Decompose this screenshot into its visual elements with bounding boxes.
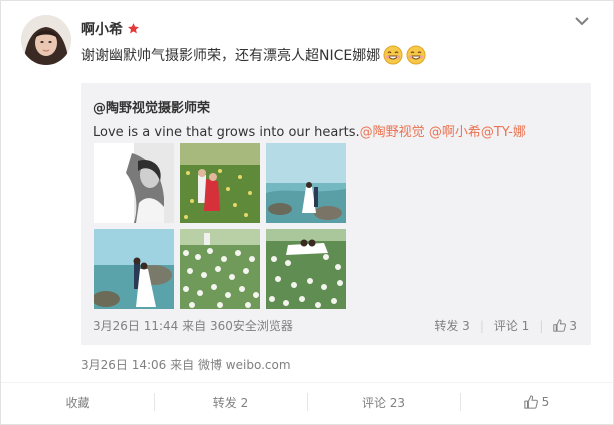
mention-link[interactable]: @TY-娜: [481, 125, 526, 140]
collect-label: 收藏: [65, 395, 90, 410]
photo-thumbnail[interactable]: [94, 229, 174, 309]
action-bar: 收藏 转发 2 评论 23 5: [1, 382, 613, 421]
repost-meta: 3月26日 11:44 来自 360安全浏览器: [93, 317, 293, 334]
author-row: 啊小希: [81, 19, 140, 39]
photo-thumbnail[interactable]: [266, 143, 346, 223]
photo-thumbnail[interactable]: [180, 143, 260, 223]
like-button[interactable]: 5: [460, 383, 613, 421]
photo-thumbnail[interactable]: [180, 229, 260, 309]
red-star-icon[interactable]: [127, 20, 140, 39]
photo-thumbnail[interactable]: [94, 143, 174, 223]
repost-forward-button[interactable]: 转发 3: [434, 317, 469, 334]
post-via-prefix: 来自: [170, 358, 195, 372]
photo-thumbnail[interactable]: [266, 229, 346, 309]
divider: |: [539, 318, 544, 333]
thumbs-up-icon: [524, 395, 538, 409]
repost-author[interactable]: @陶野视觉摄影师荣: [93, 97, 210, 116]
grin-emoji-icon: [383, 45, 403, 65]
post-text: 谢谢幽默帅气摄影师荣，还有漂亮人超NICE娜娜: [81, 45, 426, 65]
avatar[interactable]: [21, 15, 71, 65]
chevron-down-icon[interactable]: [573, 13, 591, 27]
divider: |: [479, 318, 484, 333]
collect-button[interactable]: 收藏: [1, 383, 154, 421]
weibo-post-card: 啊小希 谢谢幽默帅气摄影师荣，还有漂亮人超NICE娜娜 @陶野视觉摄影师荣 Lo…: [0, 0, 614, 425]
author-name[interactable]: 啊小希: [81, 19, 123, 39]
like-count: 5: [541, 395, 550, 409]
forward-label: 转发 2: [212, 395, 249, 410]
repost-like-count: 3: [569, 318, 577, 333]
repost-time[interactable]: 3月26日 11:44: [93, 319, 178, 333]
repost-text-body: Love is a vine that grows into our heart…: [93, 125, 360, 140]
repost-footer: 3月26日 11:44 来自 360安全浏览器 转发 3 | 评论 1 | 3: [93, 317, 577, 335]
repost-block: @陶野视觉摄影师荣 Love is a vine that grows into…: [81, 83, 591, 345]
repost-via-source[interactable]: 360安全浏览器: [210, 319, 293, 333]
post-meta: 3月26日 14:06 来自 微博 weibo.com: [81, 356, 291, 373]
grin-emoji-icon: [406, 45, 426, 65]
post-via-source[interactable]: 微博 weibo.com: [198, 358, 291, 372]
repost-like-button[interactable]: 3: [553, 319, 577, 333]
repost-actions: 转发 3 | 评论 1 | 3: [434, 317, 577, 334]
forward-button[interactable]: 转发 2: [154, 383, 307, 421]
thumbs-up-icon: [553, 319, 567, 332]
mention-link[interactable]: @陶野视觉: [360, 125, 425, 140]
repost-comment-button[interactable]: 评论 1: [494, 317, 529, 334]
mention-link[interactable]: @啊小希: [429, 125, 481, 140]
comment-button[interactable]: 评论 23: [307, 383, 460, 421]
post-time[interactable]: 3月26日 14:06: [81, 358, 166, 372]
comment-label: 评论 23: [361, 395, 406, 410]
repost-text: Love is a vine that grows into our heart…: [93, 121, 526, 140]
repost-via-prefix: 来自: [182, 319, 207, 333]
post-text-content: 谢谢幽默帅气摄影师荣，还有漂亮人超NICE娜娜: [81, 48, 381, 64]
